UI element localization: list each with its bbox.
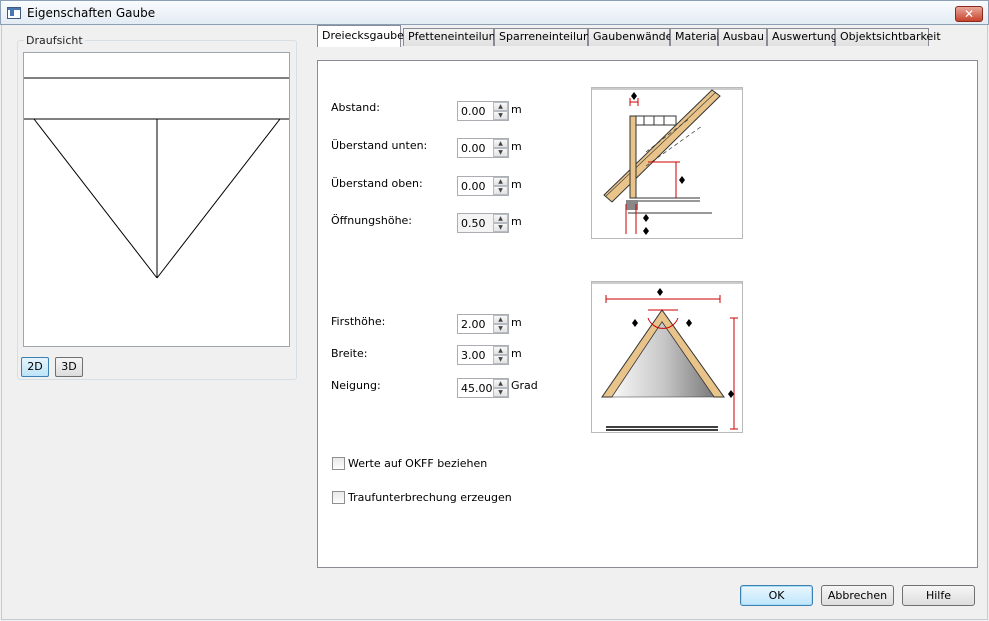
abstand-value[interactable]: 0.00 <box>461 105 486 118</box>
view-3d-button[interactable]: 3D <box>55 357 83 377</box>
top-view-drawing <box>24 77 289 279</box>
ueberstand-unten-unit: m <box>511 140 522 153</box>
close-button[interactable]: ✕ <box>955 6 983 22</box>
ueberstand-unten-value[interactable]: 0.00 <box>461 142 486 155</box>
traufe-label[interactable]: Traufunterbrechung erzeugen <box>348 491 512 504</box>
breite-down-button[interactable]: ▼ <box>493 355 508 364</box>
okff-label[interactable]: Werte auf OKFF beziehen <box>348 457 487 470</box>
ueberstand-oben-label: Überstand oben: <box>331 177 423 190</box>
ueberstand-unten-up-button[interactable]: ▲ <box>493 139 508 148</box>
front-drawing <box>592 282 742 431</box>
window-title: Eigenschaften Gaube <box>27 6 156 20</box>
neigung-label: Neigung: <box>331 379 381 392</box>
oeffnungshoehe-down-button[interactable]: ▼ <box>493 223 508 232</box>
tab-auswertung[interactable]: Auswertung <box>767 28 838 46</box>
ueberstand-oben-up-button[interactable]: ▲ <box>493 177 508 186</box>
firsthoehe-down-button[interactable]: ▼ <box>493 324 508 333</box>
ueberstand-unten-label: Überstand unten: <box>331 139 428 152</box>
breite-up-button[interactable]: ▲ <box>493 346 508 355</box>
dialog-client: Draufsicht 2D 3D Dreiecksgaube Pfettenei… <box>1 25 988 620</box>
neigung-up-button[interactable]: ▲ <box>493 379 508 388</box>
title-bar: Eigenschaften Gaube ✕ <box>0 0 989 25</box>
traufe-checkbox[interactable] <box>332 491 345 504</box>
oeffnungshoehe-label: Öffnungshöhe: <box>331 214 413 227</box>
neigung-value[interactable]: 45.00 <box>461 382 493 395</box>
oeffnungshoehe-spinner[interactable]: 0.50 ▲ ▼ <box>457 213 509 233</box>
abstand-label: Abstand: <box>331 101 380 114</box>
oeffnungshoehe-unit: m <box>511 215 522 228</box>
ueberstand-oben-value[interactable]: 0.00 <box>461 180 486 193</box>
breite-value[interactable]: 3.00 <box>461 349 486 362</box>
front-diagram <box>591 281 743 433</box>
abstand-up-button[interactable]: ▲ <box>493 102 508 111</box>
okff-checkbox[interactable] <box>332 457 345 470</box>
ueberstand-oben-spinner[interactable]: 0.00 ▲ ▼ <box>457 176 509 196</box>
ueberstand-unten-down-button[interactable]: ▼ <box>493 148 508 157</box>
firsthoehe-label: Firsthöhe: <box>331 315 386 328</box>
oeffnungshoehe-value[interactable]: 0.50 <box>461 217 486 230</box>
abstand-unit: m <box>511 103 522 116</box>
firsthoehe-spinner[interactable]: 2.00 ▲ ▼ <box>457 314 509 334</box>
oeffnungshoehe-up-button[interactable]: ▲ <box>493 214 508 223</box>
tab-sparreneinteilung[interactable]: Sparreneinteilung <box>494 28 597 46</box>
neigung-down-button[interactable]: ▼ <box>493 388 508 397</box>
breite-label: Breite: <box>331 347 368 360</box>
abstand-spinner[interactable]: 0.00 ▲ ▼ <box>457 101 509 121</box>
ueberstand-oben-down-button[interactable]: ▼ <box>493 186 508 195</box>
neigung-unit: Grad <box>511 379 538 392</box>
tab-gaubenwaende[interactable]: Gaubenwände <box>588 28 672 46</box>
breite-spinner[interactable]: 3.00 ▲ ▼ <box>457 345 509 365</box>
tab-dreiecksgaube[interactable]: Dreiecksgaube <box>317 25 404 47</box>
section-drawing <box>592 88 742 235</box>
firsthoehe-unit: m <box>511 316 522 329</box>
firsthoehe-value[interactable]: 2.00 <box>461 318 486 331</box>
tab-ausbau[interactable]: Ausbau <box>718 28 767 46</box>
ueberstand-unten-spinner[interactable]: 0.00 ▲ ▼ <box>457 138 509 158</box>
tab-objektsichtbarkeit[interactable]: Objektsichtbarkeit <box>835 28 941 46</box>
window-icon <box>7 7 21 19</box>
abstand-down-button[interactable]: ▼ <box>493 111 508 120</box>
top-view-preview <box>23 52 290 347</box>
draufsicht-label: Draufsicht <box>24 34 85 47</box>
ok-button[interactable]: OK <box>740 585 813 606</box>
firsthoehe-up-button[interactable]: ▲ <box>493 315 508 324</box>
help-button[interactable]: Hilfe <box>902 585 975 606</box>
breite-unit: m <box>511 347 522 360</box>
cancel-button[interactable]: Abbrechen <box>821 585 894 606</box>
tab-material[interactable]: Material <box>670 28 720 46</box>
ueberstand-oben-unit: m <box>511 178 522 191</box>
view-2d-button[interactable]: 2D <box>21 357 49 377</box>
tab-pfetteneinteilung[interactable]: Pfetteneinteilung <box>403 28 503 46</box>
neigung-spinner[interactable]: 45.00 ▲ ▼ <box>457 378 509 398</box>
section-diagram <box>591 87 743 239</box>
